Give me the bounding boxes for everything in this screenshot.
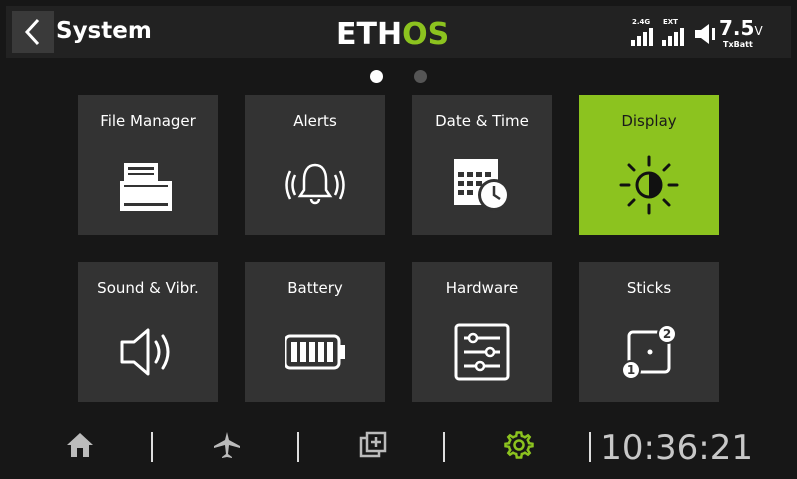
tile-display[interactable]: Display bbox=[579, 95, 719, 235]
ethos-logo: ETHOS bbox=[336, 17, 450, 52]
tile-hardware[interactable]: Hardware bbox=[412, 262, 552, 402]
tile-alerts[interactable]: Alerts bbox=[245, 95, 385, 235]
signal-bars-icon bbox=[631, 28, 653, 46]
tile-label: Alerts bbox=[293, 112, 337, 130]
sliders-icon bbox=[454, 323, 510, 381]
tile-label: Sound & Vibr. bbox=[97, 279, 199, 297]
speaker-icon bbox=[120, 328, 170, 376]
tile-label: Hardware bbox=[445, 279, 519, 297]
bell-icon bbox=[285, 163, 345, 205]
divider bbox=[297, 432, 299, 462]
back-button[interactable] bbox=[12, 11, 54, 53]
svg-text:2: 2 bbox=[663, 327, 671, 341]
tile-label: Display bbox=[621, 112, 677, 130]
divider bbox=[443, 432, 445, 462]
model-setup-icon[interactable] bbox=[358, 430, 388, 460]
tile-label: Date & Time bbox=[435, 112, 529, 130]
status-area: 2.4G EXT 7.5V TxBatt bbox=[631, 14, 781, 54]
tile-label: Battery bbox=[287, 279, 343, 297]
page-indicator bbox=[370, 70, 427, 83]
page-dot-1[interactable] bbox=[370, 70, 383, 83]
airplane-icon[interactable] bbox=[212, 430, 242, 460]
chevron-left-icon bbox=[24, 18, 40, 46]
rf-signal-indicator: 2.4G bbox=[631, 14, 657, 54]
page-dot-2[interactable] bbox=[414, 70, 427, 83]
divider bbox=[589, 432, 591, 462]
ext-signal-bars-icon bbox=[662, 28, 684, 46]
battery-label: TxBatt bbox=[723, 40, 753, 49]
battery-icon bbox=[285, 334, 345, 370]
gear-icon[interactable] bbox=[504, 430, 534, 460]
tile-date-time[interactable]: Date & Time bbox=[412, 95, 552, 235]
brightness-icon bbox=[619, 155, 679, 215]
header-bar: System ETHOS 2.4G EXT 7.5V TxBatt bbox=[6, 6, 791, 58]
tile-label: Sticks bbox=[626, 279, 672, 297]
home-icon[interactable] bbox=[65, 430, 95, 460]
bottom-nav-bar: 10:36:21 bbox=[0, 418, 797, 476]
tile-label: File Manager bbox=[100, 112, 196, 130]
tile-battery[interactable]: Battery bbox=[245, 262, 385, 402]
divider bbox=[151, 432, 153, 462]
tile-sound-vibration[interactable]: Sound & Vibr. bbox=[78, 262, 218, 402]
tile-file-manager[interactable]: File Manager bbox=[78, 95, 218, 235]
svg-text:1: 1 bbox=[627, 363, 635, 377]
page-title: System bbox=[56, 18, 152, 44]
clock-display: 10:36:21 bbox=[600, 428, 753, 468]
sticks-icon: 2 1 bbox=[621, 324, 677, 380]
calendar-clock-icon bbox=[454, 159, 510, 211]
ext-signal-indicator: EXT bbox=[662, 14, 688, 54]
battery-voltage: 7.5V bbox=[719, 16, 763, 40]
tile-sticks[interactable]: Sticks 2 1 bbox=[579, 262, 719, 402]
file-manager-icon bbox=[120, 163, 172, 211]
volume-icon bbox=[695, 24, 715, 44]
